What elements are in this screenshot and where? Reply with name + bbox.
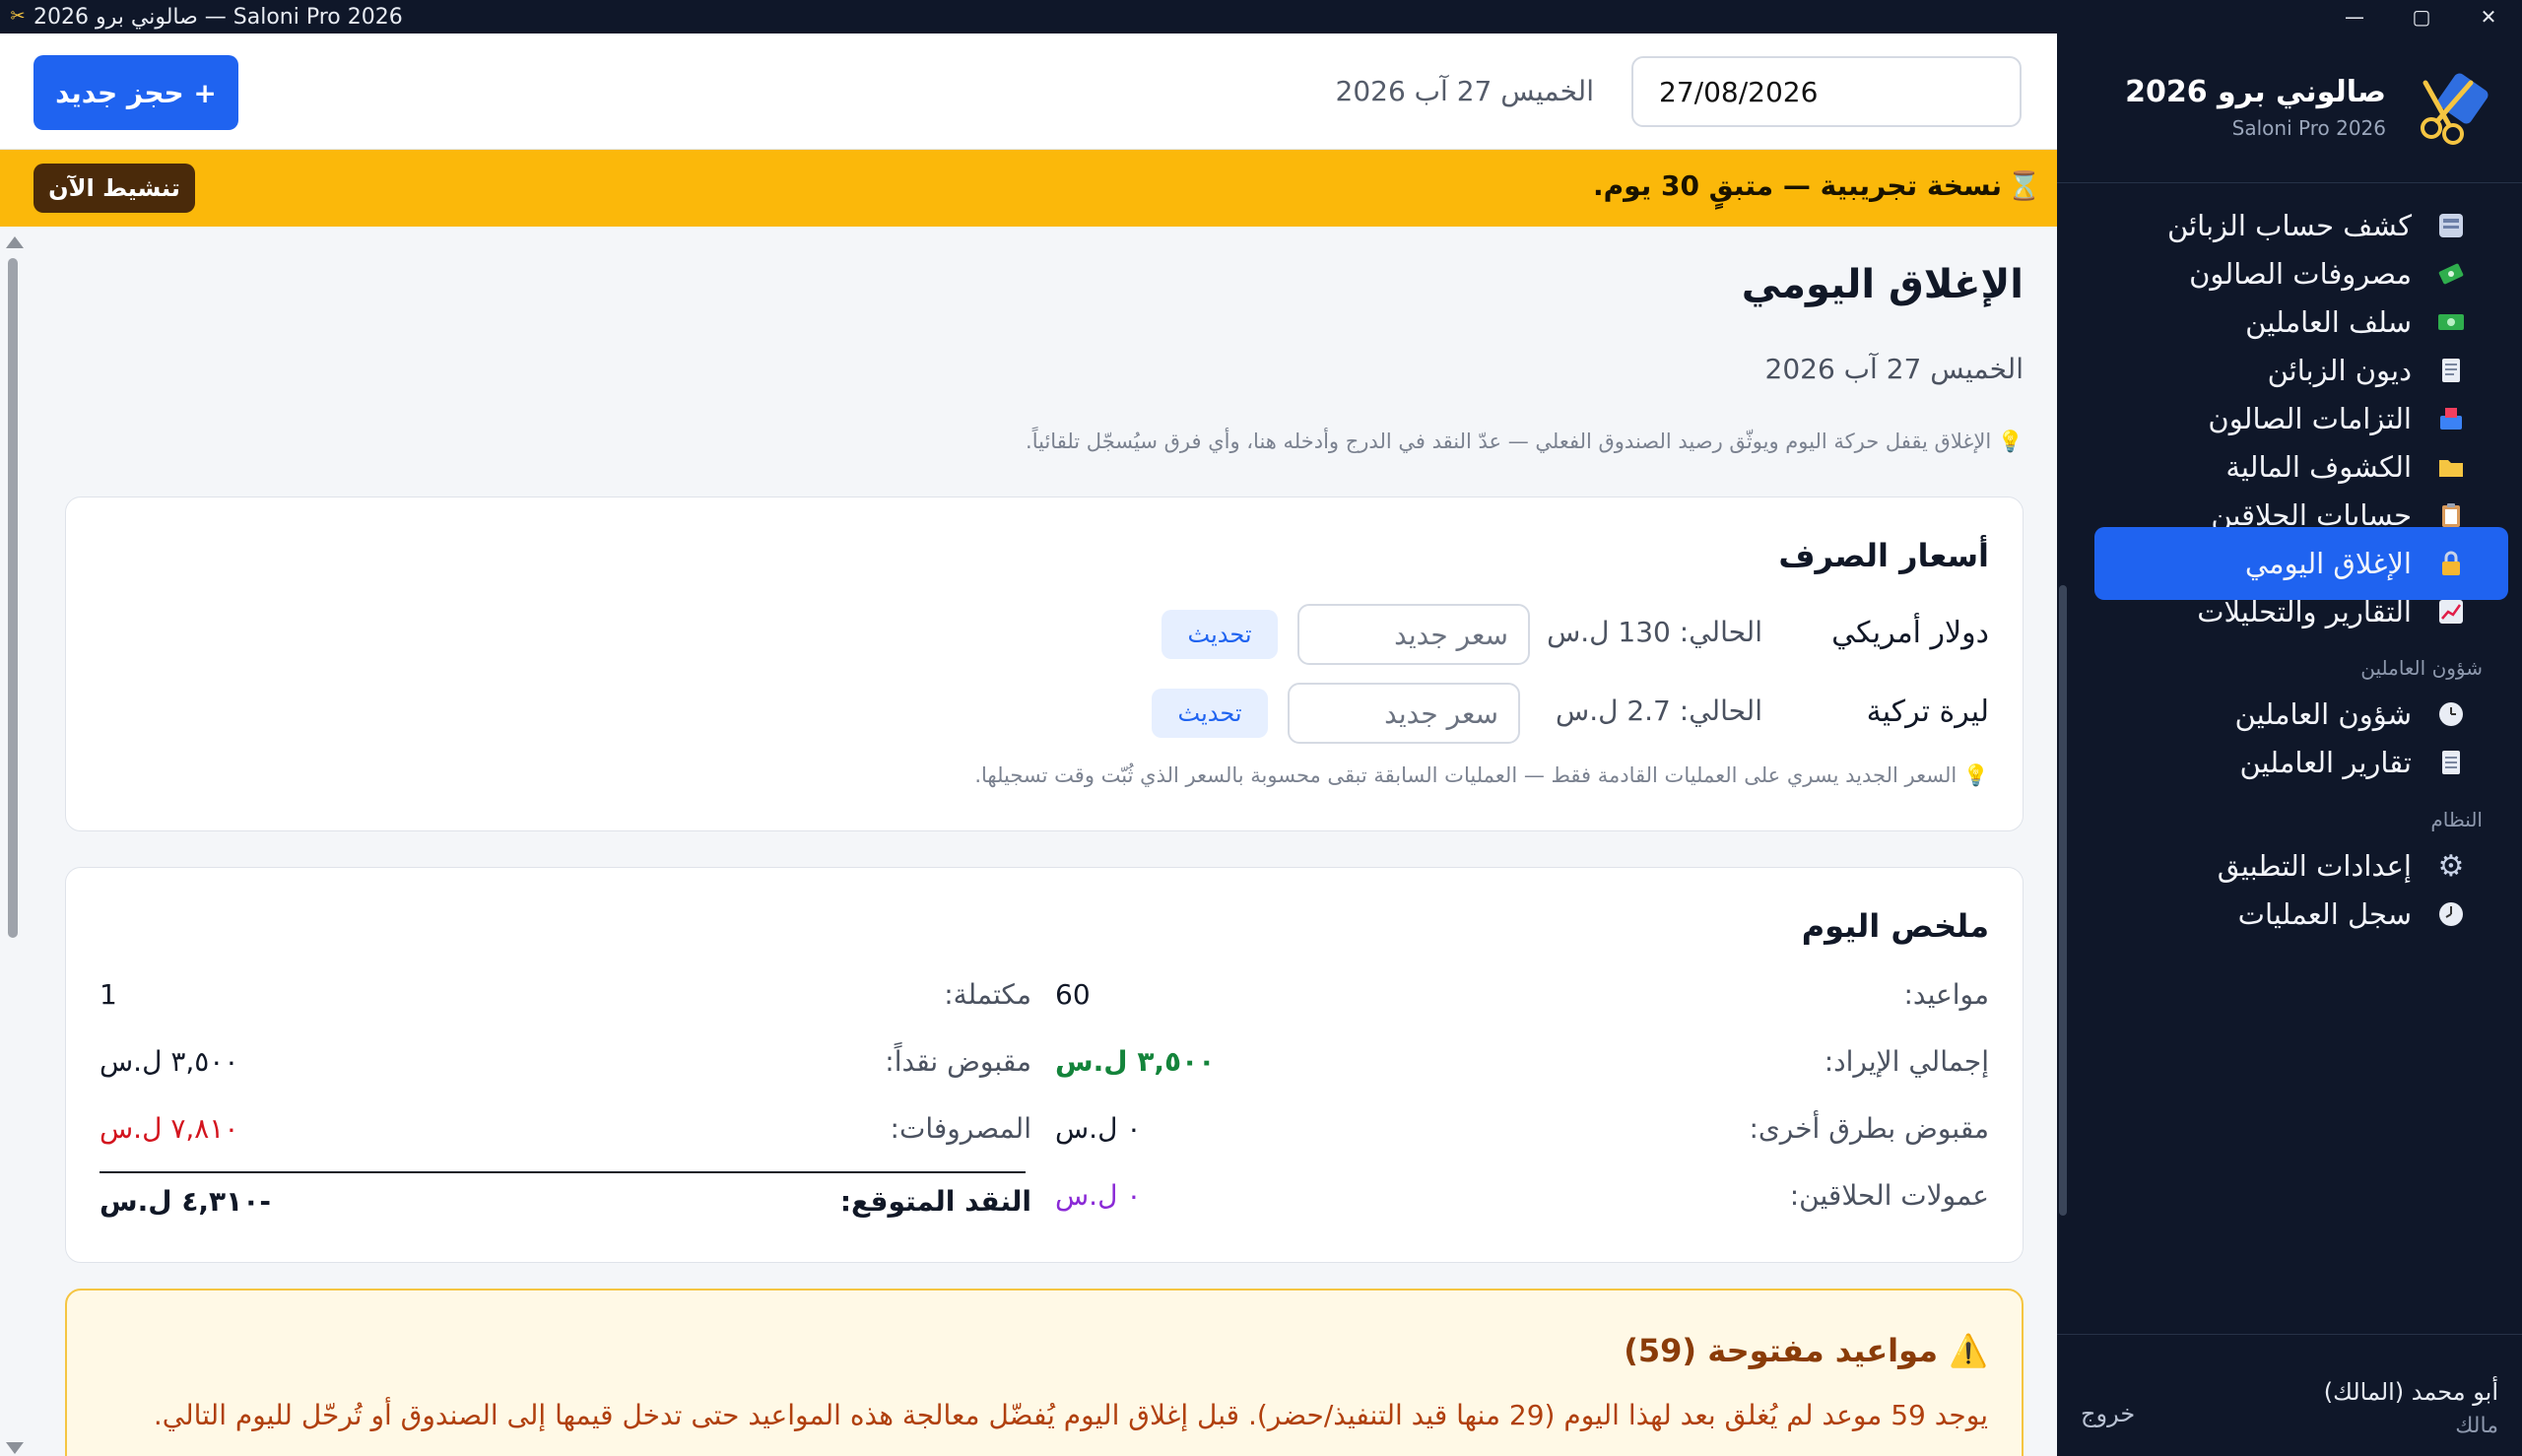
rate-current-value: الحالي: 2.7 ل.س — [1556, 695, 1762, 727]
maximize-button[interactable]: ▢ — [2388, 0, 2455, 33]
update-rate-button[interactable]: تحديث — [1161, 610, 1278, 659]
top-header: 27/08/2026 الخميس 27 آب 2026 + حجز جديد — [0, 33, 2057, 150]
new-rate-input[interactable]: سعر جديد — [1297, 604, 1530, 665]
other-methods-label: مقبوض بطرق أخرى: — [1749, 1112, 1989, 1145]
sidebar-item-label: التقارير والتحليلات — [2197, 595, 2412, 629]
rate-currency-name: ليرة تركية — [1866, 695, 1989, 729]
rate-row-usd: دولار أمريكي الحالي: 130 ل.س سعر جديد تح… — [117, 604, 1989, 665]
trial-banner: ⌛ نسخة تجريبية — متبقٍ 30 يوم. تنشيط الآ… — [0, 150, 2057, 227]
user-name: أبو محمد (المالك) — [2323, 1378, 2498, 1406]
rate-currency-name: دولار أمريكي — [1831, 616, 1989, 650]
completed-label: مكتملة: — [944, 978, 1031, 1011]
commissions-value: ٠ ل.س — [1055, 1179, 1142, 1212]
rate-row-try: ليرة تركية الحالي: 2.7 ل.س سعر جديد تحدي… — [117, 683, 1989, 744]
summary-title: ملخص اليوم — [1801, 907, 1989, 945]
completed-value: 1 — [100, 978, 117, 1011]
warning-title: ⚠️ مواعيد مفتوحة (59) — [1624, 1332, 1988, 1369]
sidebar-scrollbar[interactable] — [2059, 191, 2067, 1354]
main-content: الإغلاق اليومي الخميس 27 آب 2026 💡 الإغل… — [0, 227, 2057, 1456]
expenses-value: ٧,٨١٠ ل.س — [100, 1112, 239, 1145]
user-role: مالك — [2455, 1414, 2498, 1438]
sidebar-item-label: تقارير العاملين — [2239, 746, 2412, 779]
sidebar-item-reports[interactable]: التقارير والتحليلات — [2094, 575, 2508, 648]
daily-summary-card: ملخص اليوم مواعيد: 60 مكتملة: 1 إجمالي ا… — [65, 867, 2024, 1263]
warning-text: يوجد 59 موعد لم يُغلق بعد لهذا اليوم (29… — [153, 1399, 1988, 1431]
scroll-up-arrow-icon[interactable] — [6, 236, 24, 248]
chart-increasing-icon — [2433, 594, 2469, 629]
brand-name: صالوني برو 2026 — [2125, 75, 2386, 109]
page-hint: 💡 الإغلاق يقفل حركة اليوم ويوثّق رصيد ال… — [1026, 430, 2024, 453]
minimize-button[interactable]: — — [2321, 0, 2388, 33]
sidebar: صالوني برو 2026 Saloni Pro 2026 كشف حساب… — [2057, 33, 2522, 1456]
trial-text: نسخة تجريبية — متبقٍ 30 يوم. — [1592, 169, 2002, 202]
sidebar-item-label: سجل العمليات — [2237, 897, 2412, 931]
commissions-label: عمولات الحلاقين: — [1789, 1179, 1989, 1212]
revenue-value: ٣,٥٠٠ ل.س — [1055, 1045, 1216, 1078]
page-title: الإغلاق اليومي — [1741, 262, 2024, 307]
page-date: الخميس 27 آب 2026 — [1764, 353, 2024, 385]
new-rate-input[interactable]: سعر جديد — [1288, 683, 1520, 744]
close-button[interactable]: ✕ — [2455, 0, 2522, 33]
clock-history-icon — [2433, 896, 2469, 932]
sidebar-item-activity-log[interactable]: سجل العمليات — [2094, 878, 2508, 951]
expected-cash-value: -٤,٣١٠ ل.س — [100, 1185, 271, 1218]
logout-button[interactable]: خروج — [2081, 1400, 2135, 1427]
appointments-value: 60 — [1055, 978, 1091, 1011]
notepad-icon — [2433, 745, 2469, 780]
main-scrollbar-thumb[interactable] — [8, 258, 18, 938]
summary-divider — [100, 1171, 1026, 1173]
cash-label: مقبوض نقداً: — [885, 1045, 1031, 1078]
window-title: صالوني برو 2026 — Saloni Pro 2026 — [33, 4, 403, 30]
activate-now-button[interactable]: تنشيط الآن — [33, 164, 195, 213]
other-methods-value: ٠ ل.س — [1055, 1112, 1142, 1145]
expenses-label: المصروفات: — [890, 1112, 1031, 1145]
nav-section-system: النظام — [2430, 808, 2483, 831]
window-controls: — ▢ ✕ — [2321, 0, 2522, 33]
date-picker-input[interactable]: 27/08/2026 — [1631, 56, 2022, 127]
appointments-label: مواعيد: — [1903, 978, 1989, 1011]
hourglass-icon: ⌛ — [2007, 169, 2041, 202]
nav-section-staff: شؤون العاملين — [2360, 656, 2483, 680]
brand: صالوني برو 2026 Saloni Pro 2026 — [2057, 33, 2522, 183]
exchange-rates-title: أسعار الصرف — [1778, 537, 1989, 574]
open-appointments-warning: ⚠️ مواعيد مفتوحة (59) يوجد 59 موعد لم يُ… — [65, 1289, 2024, 1456]
app-scissors-icon: ✂ — [10, 6, 26, 27]
update-rate-button[interactable]: تحديث — [1152, 689, 1268, 738]
sidebar-item-staff-reports[interactable]: تقارير العاملين — [2094, 726, 2508, 799]
revenue-label: إجمالي الإيراد: — [1824, 1045, 1989, 1078]
scroll-down-arrow-icon[interactable] — [6, 1442, 24, 1454]
window-titlebar: ✂ صالوني برو 2026 — Saloni Pro 2026 — ▢ … — [0, 0, 2522, 33]
expected-cash-label: النقد المتوقع: — [839, 1185, 1031, 1218]
new-booking-button[interactable]: + حجز جديد — [33, 55, 238, 130]
sidebar-scrollbar-thumb[interactable] — [2059, 585, 2067, 1216]
header-date-text: الخميس 27 آب 2026 — [1335, 75, 1594, 107]
user-panel: أبو محمد (المالك) مالك خروج — [2057, 1334, 2522, 1456]
rate-current-value: الحالي: 130 ل.س — [1547, 616, 1762, 648]
brand-subtitle: Saloni Pro 2026 — [2231, 116, 2386, 140]
exchange-rates-card: أسعار الصرف دولار أمريكي الحالي: 130 ل.س… — [65, 496, 2024, 831]
rates-hint: 💡 السعر الجديد يسري على العمليات القادمة… — [974, 763, 1989, 787]
main-scrollbar[interactable] — [6, 236, 24, 1454]
cash-value: ٣,٥٠٠ ل.س — [100, 1045, 239, 1078]
scissors-comb-logo-icon — [2421, 73, 2489, 145]
